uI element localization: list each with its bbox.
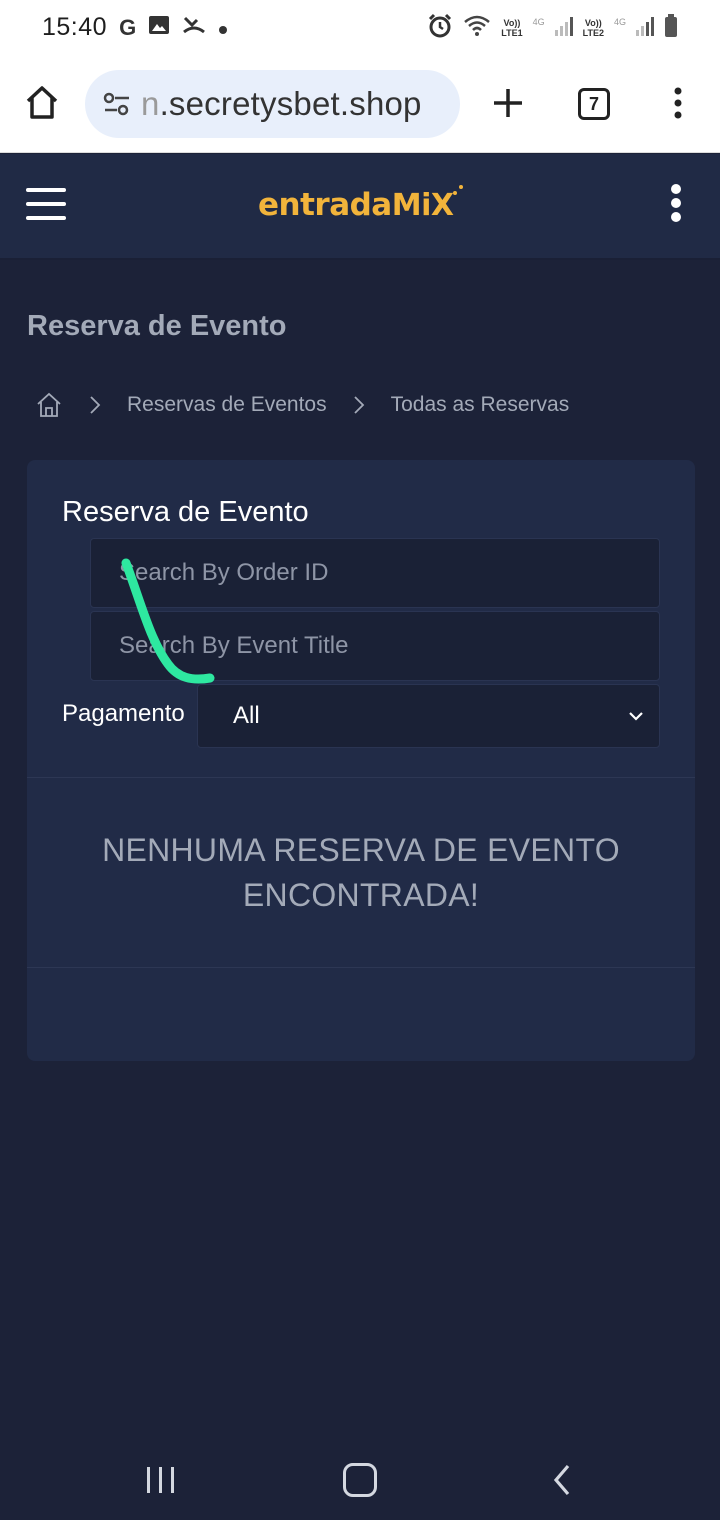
divider [27, 777, 695, 778]
google-g-icon: G [119, 14, 137, 40]
search-order-id-input[interactable]: Search By Order ID [90, 538, 660, 608]
payment-select[interactable]: All [197, 684, 660, 748]
status-time: 15:40 [42, 13, 108, 41]
browser-menu-button[interactable] [664, 83, 692, 123]
new-tab-button[interactable] [488, 83, 528, 123]
site-options-icon[interactable] [666, 184, 686, 224]
payment-label: Pagamento [62, 700, 185, 727]
breadcrumb: Reservas de Eventos Todas as Reservas [35, 385, 569, 425]
status-bar: 15:40 G Vo)) LTE1 4G Vo)) LTE2 4G [0, 0, 720, 55]
recent-apps-icon[interactable] [145, 1465, 177, 1495]
dot-icon [218, 15, 228, 41]
divider [27, 967, 695, 968]
back-icon[interactable] [550, 1463, 574, 1497]
plus-icon [494, 89, 522, 117]
more-vertical-icon [674, 87, 682, 119]
site-logo[interactable]: entrada MiX [258, 180, 466, 230]
tab-switcher-button[interactable]: 7 [578, 88, 610, 120]
sparkle-icon [452, 185, 463, 195]
hamburger-menu-icon[interactable] [26, 188, 66, 224]
card-title: Reserva de Evento [62, 496, 309, 528]
missed-call-icon [182, 14, 206, 42]
breadcrumb-item-todas-reservas: Todas as Reservas [390, 393, 570, 416]
url-text: n.secretysbet.shop [141, 85, 422, 122]
page-title: Reserva de Evento [27, 310, 287, 342]
chevron-right-icon [90, 396, 101, 414]
image-icon [148, 15, 170, 41]
search-event-title-input[interactable]: Search By Event Title [90, 611, 660, 681]
address-bar[interactable]: n.secretysbet.shop [85, 70, 460, 138]
wifi-icon [463, 14, 491, 41]
signal-icon [636, 16, 654, 39]
signal-icon [554, 16, 573, 39]
browser-toolbar: n.secretysbet.shop 7 [0, 55, 720, 153]
sim1-label: Vo)) LTE1 [501, 17, 523, 38]
home-icon [26, 86, 58, 119]
system-home-icon[interactable] [343, 1463, 377, 1497]
breadcrumb-item-reservas-eventos[interactable]: Reservas de Eventos [127, 393, 327, 417]
empty-state-message: NENHUMA RESERVA DE EVENTO ENCONTRADA! [102, 832, 620, 913]
alarm-icon [427, 13, 453, 42]
sim2-label: Vo)) LTE2 [582, 17, 604, 38]
site-settings-icon[interactable] [97, 84, 137, 124]
battery-icon [664, 14, 678, 41]
breadcrumb-home-icon[interactable] [35, 391, 63, 419]
chevron-down-icon [629, 712, 643, 721]
chevron-right-icon [353, 396, 364, 414]
browser-home-button[interactable] [22, 83, 62, 123]
